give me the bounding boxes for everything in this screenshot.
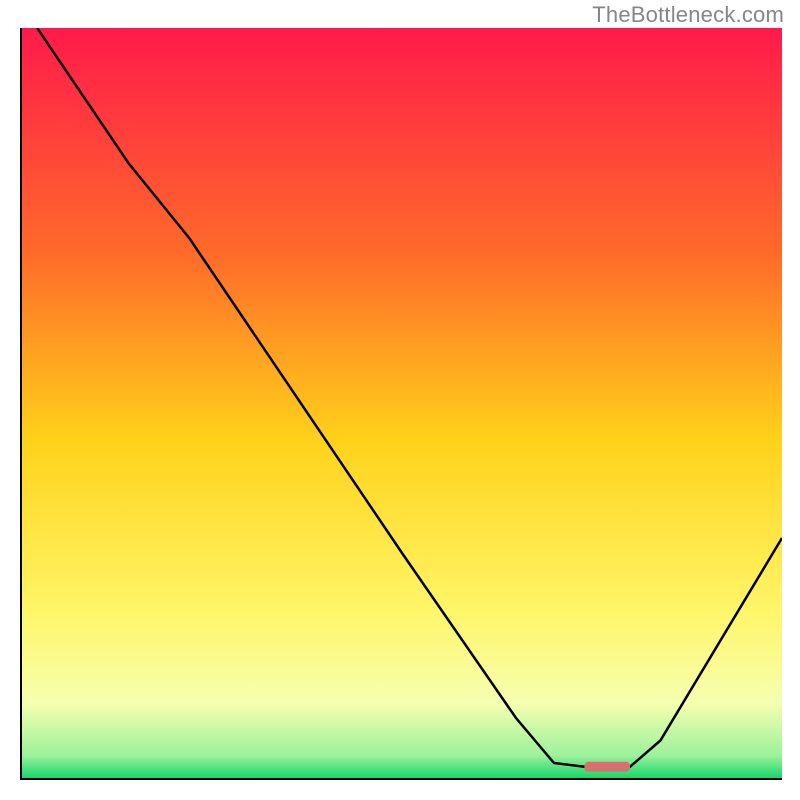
heat-background (22, 28, 782, 778)
plot-svg (22, 28, 782, 778)
watermark-text: TheBottleneck.com (592, 2, 784, 28)
plot-area (20, 28, 782, 780)
optimal-marker (584, 762, 630, 772)
chart-stage: TheBottleneck.com (0, 0, 800, 800)
